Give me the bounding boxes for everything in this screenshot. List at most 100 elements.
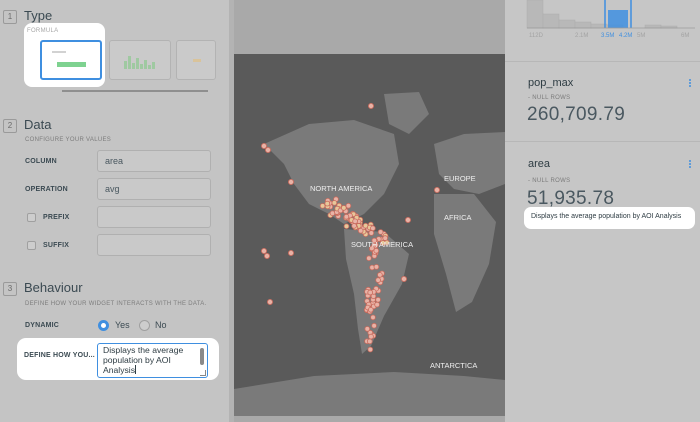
formula-value: 260,709.79 (527, 104, 626, 125)
map-point (368, 230, 375, 236)
map-point (367, 346, 374, 353)
step-number-type: 1 (3, 10, 17, 24)
column-label: COLUMN (25, 158, 57, 165)
dynamic-label: DYNAMIC (25, 322, 60, 329)
map-point (351, 223, 357, 229)
map-label-north-america: NORTH AMERICA (310, 184, 372, 193)
formula-type-option[interactable] (40, 40, 102, 80)
widget-description: Displays the average population by AOI A… (531, 213, 682, 220)
map-point (357, 228, 364, 234)
resize-handle-icon[interactable] (200, 370, 206, 376)
prefix-input[interactable] (97, 206, 211, 228)
map-point (267, 298, 274, 305)
widget-title: area (528, 158, 551, 170)
operation-select[interactable]: avg (97, 178, 211, 200)
data-section-title: Data (24, 117, 52, 132)
histogram-tick-label: 2.1M (575, 33, 589, 39)
histogram-tick-label: 6M (681, 33, 690, 39)
world-map[interactable]: NORTH AMERICA EUROPE AFRICA SOUTH AMERIC… (234, 54, 505, 416)
map-point (374, 301, 380, 308)
pop-max-widget: pop_max - NULL ROWS 260,709.79 (505, 62, 700, 142)
suffix-input[interactable] (97, 234, 211, 256)
type-section-title: Type (24, 8, 53, 23)
formula-type-label: FORMULA (27, 28, 59, 34)
behaviour-section-subtitle: DEFINE HOW YOUR WIDGET INTERACTS WITH TH… (25, 301, 207, 307)
widgets-panel: 112D 2.1M 3.5M 4.2M 5M 6M pop_max - NULL… (505, 0, 700, 422)
map-point (377, 272, 383, 278)
description-textarea[interactable]: Displays the average population by AOI A… (97, 343, 208, 378)
map-canvas[interactable]: NORTH AMERICA EUROPE AFRICA SOUTH AMERIC… (234, 54, 505, 416)
histogram-widget: 112D 2.1M 3.5M 4.2M 5M 6M (505, 0, 700, 62)
widget-menu-icon[interactable] (689, 160, 692, 169)
map-label-africa: AFRICA (444, 213, 472, 222)
histogram-chart[interactable] (505, 0, 700, 32)
histogram-range-label-max: 4.2M (619, 33, 633, 39)
histogram-tick-label: 112D (529, 33, 543, 39)
type-carousel-scrollbar[interactable] (62, 90, 208, 92)
text-caret (135, 365, 136, 374)
map-point (263, 252, 270, 259)
histogram-selected-bar[interactable] (608, 10, 628, 28)
prefix-checkbox[interactable] (27, 213, 36, 222)
map-point (367, 103, 374, 110)
widget-editor-panel: 1 Type FORMULA 2 Data CONFIGURE YOUR VAL… (0, 0, 229, 422)
null-rows-label: - NULL ROWS (528, 95, 571, 101)
behaviour-section-title: Behaviour (24, 280, 83, 295)
formula-preview-bar (57, 62, 86, 67)
map-point (260, 143, 267, 150)
map-point (345, 203, 352, 209)
map-point (375, 296, 381, 303)
map-point (375, 277, 381, 283)
map-point (331, 200, 338, 206)
map-point (366, 255, 372, 262)
map-point (373, 247, 380, 254)
map-point (404, 216, 411, 223)
histogram-type-option[interactable] (109, 40, 171, 80)
greenland-land (384, 92, 429, 134)
map-point (260, 247, 267, 254)
dynamic-yes-radio[interactable] (98, 320, 109, 331)
dynamic-yes-label[interactable]: Yes (115, 320, 130, 330)
map-point (343, 213, 350, 220)
map-point (288, 179, 295, 186)
histogram-range-label-min: 3.5M (601, 33, 615, 39)
map-point (319, 203, 326, 209)
category-type-option[interactable] (176, 40, 216, 80)
map-point (264, 147, 271, 154)
prefix-label: PREFIX (43, 214, 70, 221)
description-scrollbar[interactable] (200, 348, 204, 365)
step-number-data: 2 (3, 119, 17, 133)
map-label-europe: EUROPE (444, 174, 476, 183)
africa-land (434, 194, 496, 312)
null-rows-label: - NULL ROWS (528, 178, 571, 184)
formula-preview-line (52, 51, 66, 53)
operation-label: OPERATION (25, 186, 68, 193)
dynamic-no-radio[interactable] (139, 320, 150, 331)
map-point (367, 289, 374, 296)
map-point (368, 307, 374, 313)
map-point (367, 338, 373, 345)
map-point (433, 186, 440, 193)
map-point (341, 205, 347, 211)
suffix-checkbox[interactable] (27, 241, 36, 250)
column-select[interactable]: area (97, 150, 211, 172)
map-point (400, 275, 407, 282)
histogram-preview-icon (124, 56, 155, 69)
map-point (364, 326, 371, 332)
widget-menu-icon[interactable] (689, 79, 692, 88)
map-point (373, 264, 380, 270)
widget-title: pop_max (528, 77, 574, 89)
histogram-bars (526, 0, 678, 29)
dynamic-no-label[interactable]: No (155, 320, 167, 330)
map-point (324, 200, 331, 207)
map-area: NORTH AMERICA EUROPE AFRICA SOUTH AMERIC… (234, 0, 505, 422)
map-label-south-america: SOUTH AMERICA (351, 240, 413, 249)
histogram-tick-label: 5M (637, 33, 646, 39)
description-text: Displays the average population by AOI A… (103, 345, 184, 375)
description-label: DEFINE HOW YOU... (24, 352, 95, 359)
map-point (371, 322, 377, 329)
suffix-label: SUFFIX (43, 242, 70, 249)
map-point (377, 229, 384, 235)
step-number-behaviour: 3 (3, 282, 17, 296)
antarctica-land (234, 372, 505, 416)
